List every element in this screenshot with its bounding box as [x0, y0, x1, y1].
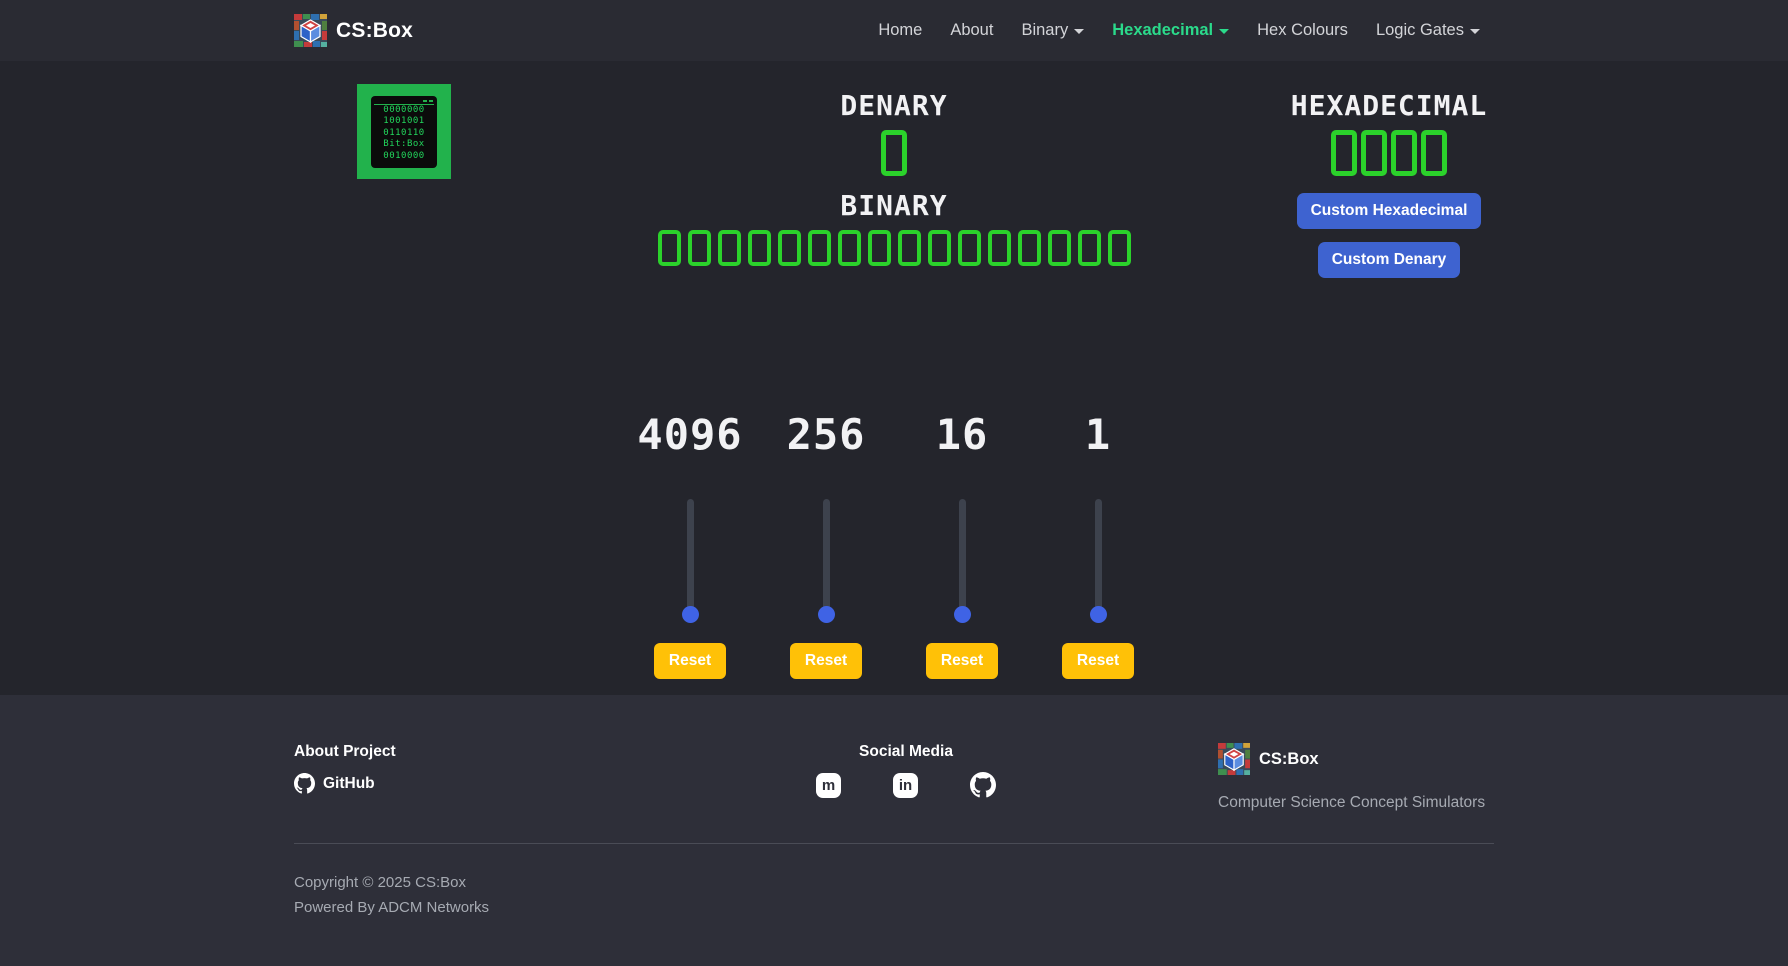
- bitbox-row: 0000000: [374, 105, 434, 117]
- linkedin-icon[interactable]: in: [893, 773, 918, 798]
- denary-heading: DENARY: [594, 91, 1194, 121]
- nav-item-logic-gates[interactable]: Logic Gates: [1362, 13, 1494, 48]
- footer-divider: [294, 843, 1494, 844]
- mastodon-icon[interactable]: m: [816, 773, 841, 798]
- slider-thumb[interactable]: [954, 606, 971, 623]
- nav-links: Home About Binary Hexadecimal Hex Colour…: [864, 13, 1494, 48]
- brand-title[interactable]: CS:Box: [336, 19, 413, 43]
- nav-item-binary[interactable]: Binary: [1007, 13, 1098, 48]
- github-link[interactable]: GitHub: [294, 773, 594, 794]
- binary-heading: BINARY: [594, 191, 1194, 221]
- sliders-section: 4096 Reset 256 Reset 16: [294, 410, 1494, 679]
- about-project-heading: About Project: [294, 743, 594, 761]
- slider-track[interactable]: [823, 499, 830, 615]
- binary-display: [594, 230, 1194, 266]
- denary-display: [594, 130, 1194, 176]
- reset-button-4096[interactable]: Reset: [654, 643, 726, 679]
- slider-16[interactable]: [954, 499, 971, 630]
- nav-item-about[interactable]: About: [936, 13, 1007, 48]
- bitbox-logo-image: 0000000 1001001 0110110 Bit:Box 0010000: [357, 84, 451, 179]
- chevron-down-icon: [1074, 29, 1084, 34]
- slider-column-4096: 4096 Reset: [622, 410, 758, 679]
- footer: About Project GitHub Social Media m in: [0, 695, 1788, 966]
- slider-256[interactable]: [818, 499, 835, 630]
- slider-value-label: 256: [787, 410, 866, 460]
- navbar: CS:Box Home About Binary Hexadecimal Hex…: [0, 0, 1788, 61]
- github-social-icon[interactable]: [970, 772, 996, 798]
- social-media-heading: Social Media: [859, 743, 953, 761]
- reset-button-16[interactable]: Reset: [926, 643, 998, 679]
- custom-denary-button[interactable]: Custom Denary: [1318, 242, 1461, 278]
- bitbox-row: 0010000: [374, 151, 434, 163]
- bitbox-row: 0110110: [374, 128, 434, 140]
- csbox-logo-icon: [294, 14, 327, 47]
- slider-thumb[interactable]: [818, 606, 835, 623]
- slider-track[interactable]: [1095, 499, 1102, 615]
- github-icon: [294, 773, 315, 794]
- bitbox-row: Bit:Box: [374, 139, 434, 151]
- nav-item-home[interactable]: Home: [864, 13, 936, 48]
- slider-column-16: 16 Reset: [894, 410, 1030, 679]
- nav-item-hexadecimal[interactable]: Hexadecimal: [1098, 13, 1243, 48]
- reset-button-256[interactable]: Reset: [790, 643, 862, 679]
- navbar-brand[interactable]: CS:Box: [294, 14, 413, 47]
- slider-column-1: 1 Reset: [1030, 410, 1166, 679]
- chevron-down-icon: [1219, 29, 1229, 34]
- hexadecimal-heading: HEXADECIMAL: [1291, 91, 1487, 121]
- page: CS:Box Home About Binary Hexadecimal Hex…: [0, 0, 1788, 966]
- slider-value-label: 4096: [637, 410, 742, 460]
- custom-hexadecimal-button[interactable]: Custom Hexadecimal: [1297, 193, 1482, 229]
- slider-value-label: 1: [1085, 410, 1111, 460]
- main-content: 0000000 1001001 0110110 Bit:Box 0010000 …: [0, 61, 1788, 695]
- bitbox-row: 1001001: [374, 116, 434, 128]
- slider-1[interactable]: [1090, 499, 1107, 630]
- footer-brand: CS:Box: [1218, 743, 1494, 775]
- reset-button-1[interactable]: Reset: [1062, 643, 1134, 679]
- copyright-text: Copyright © 2025 CS:Box: [294, 870, 1494, 895]
- slider-track[interactable]: [959, 499, 966, 615]
- hexadecimal-display: [1329, 130, 1449, 176]
- csbox-logo-icon: [1218, 743, 1250, 775]
- slider-thumb[interactable]: [682, 606, 699, 623]
- slider-value-label: 16: [936, 410, 989, 460]
- slider-thumb[interactable]: [1090, 606, 1107, 623]
- footer-brand-title: CS:Box: [1259, 750, 1319, 769]
- footer-tagline: Computer Science Concept Simulators: [1218, 794, 1494, 812]
- powered-by-text: Powered By ADCM Networks: [294, 895, 1494, 920]
- slider-4096[interactable]: [682, 499, 699, 630]
- bitbox-window-titlebar: [374, 98, 434, 105]
- nav-item-hex-colours[interactable]: Hex Colours: [1243, 13, 1362, 48]
- slider-track[interactable]: [687, 499, 694, 615]
- slider-column-256: 256 Reset: [758, 410, 894, 679]
- chevron-down-icon: [1470, 29, 1480, 34]
